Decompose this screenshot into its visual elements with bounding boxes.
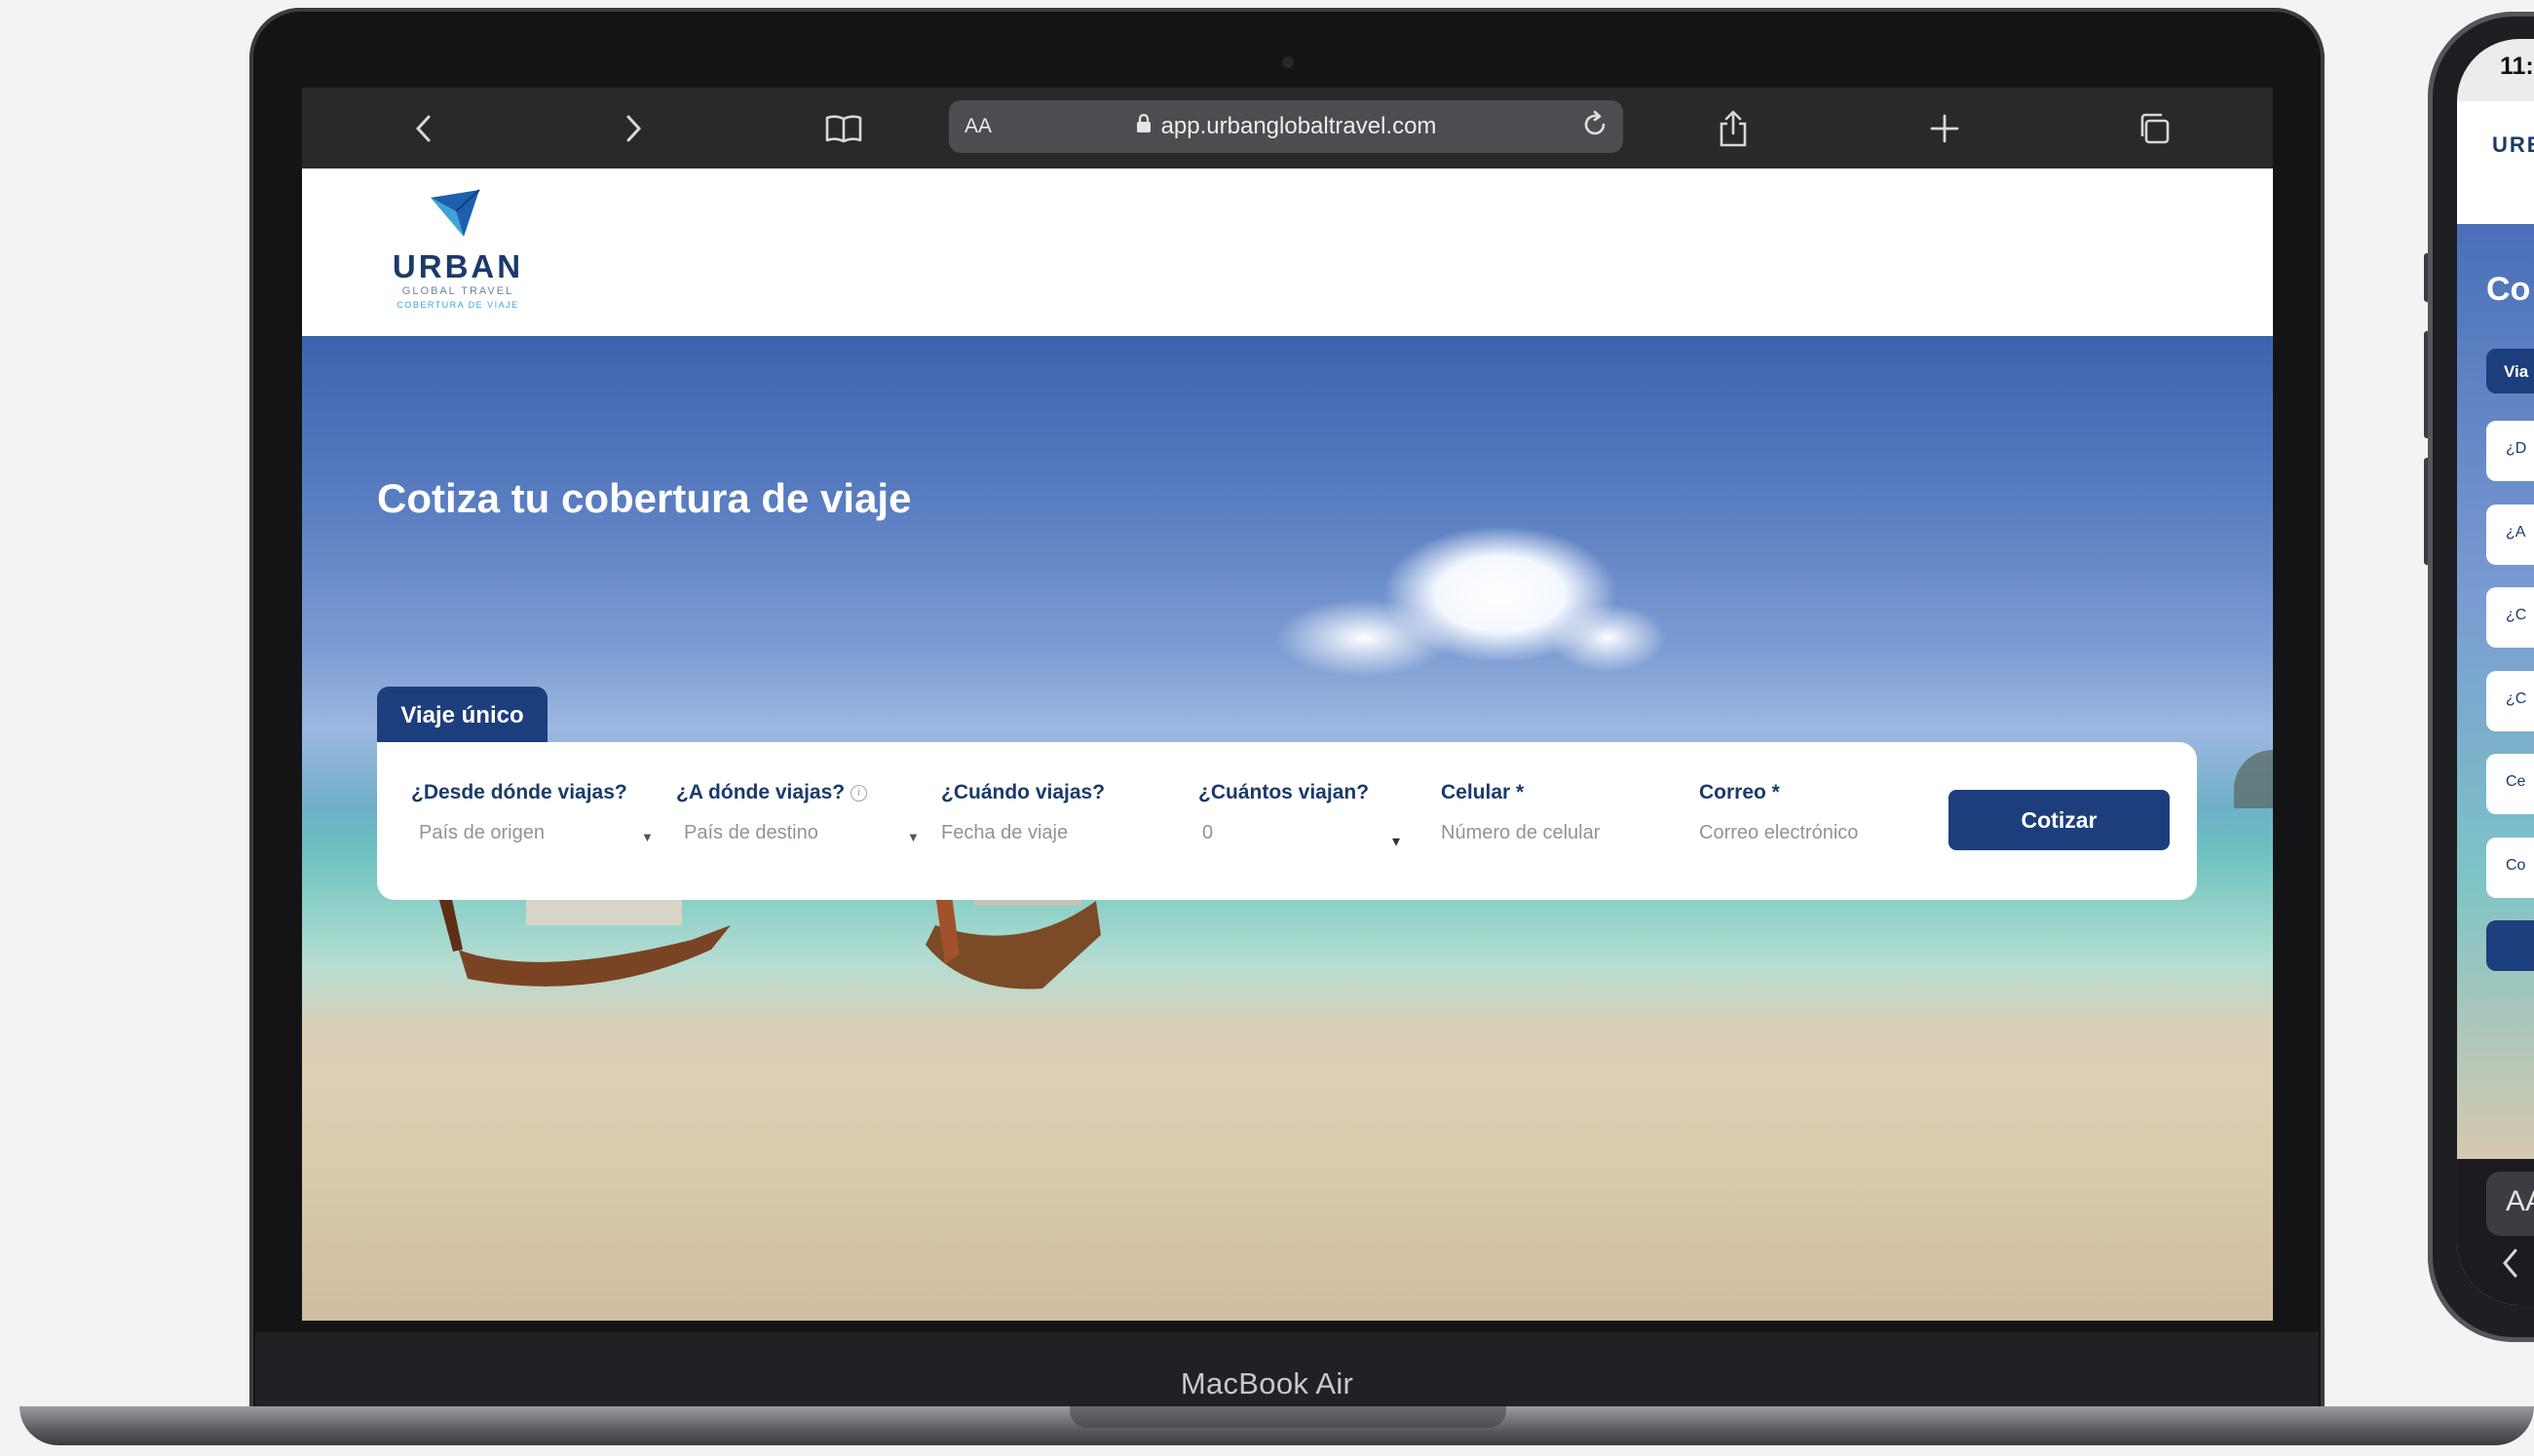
phone-tab[interactable]: Via <box>2486 349 2534 393</box>
chevron-down-icon[interactable]: ▾ <box>1392 832 1400 851</box>
logo-wordmark: URBAN <box>392 248 524 284</box>
date-input[interactable]: Fecha de viaje <box>941 822 1105 844</box>
phone-field[interactable]: ¿C <box>2486 671 2534 731</box>
origin-label: ¿Desde dónde viajas? <box>411 781 627 803</box>
email-label: Correo * <box>1699 781 1780 803</box>
chevron-down-icon[interactable]: ▼ <box>907 830 920 844</box>
phone-input[interactable]: Número de celular <box>1441 822 1600 844</box>
back-arrow-icon[interactable] <box>2500 1247 2519 1285</box>
phone-screen: 11: URB Co Via ¿D ¿A ¿C ¿C Ce Co AA <box>2457 39 2534 1305</box>
phone-clock: 11: <box>2500 53 2534 80</box>
date-field[interactable]: ¿Cuándo viajas? Fecha de viaje <box>941 781 1105 844</box>
travelers-field[interactable]: ¿Cuántos viajan? 0 <box>1198 781 1403 844</box>
destination-select[interactable]: País de destino <box>676 822 867 844</box>
new-tab-plus-icon[interactable] <box>1923 107 1966 150</box>
forward-arrow-icon[interactable] <box>612 107 655 150</box>
phone-field[interactable]: Co <box>2486 838 2534 898</box>
hero-banner: Cotiza tu cobertura de viaje Viaje único… <box>302 336 2273 1321</box>
island-decoration <box>2234 750 2273 808</box>
email-field[interactable]: Correo * Correo electrónico <box>1699 781 1858 844</box>
site-header: URBAN GLOBAL TRAVEL COBERTURA DE VIAJE <box>302 168 2273 336</box>
phone-field[interactable]: Celular * Número de celular <box>1441 781 1600 844</box>
date-label: ¿Cuándo viajas? <box>941 781 1106 803</box>
phone-header <box>2457 101 2534 224</box>
paper-plane-icon <box>431 189 480 237</box>
chevron-down-icon[interactable]: ▼ <box>641 830 654 844</box>
phone-field[interactable]: ¿A <box>2486 504 2534 565</box>
laptop-screen: AA app.urbanglobaltravel.com URBAN GLOBA… <box>302 88 2273 1321</box>
destination-label-text: ¿A dónde viajas? <box>676 781 846 803</box>
phone-field[interactable]: ¿C <box>2486 587 2534 648</box>
reload-icon[interactable] <box>1578 108 1611 146</box>
destination-label: ¿A dónde viajas? i <box>676 781 868 804</box>
travelers-select[interactable]: 0 <box>1198 822 1403 844</box>
origin-field[interactable]: ¿Desde dónde viajas? País de origen <box>411 781 627 844</box>
tab-viaje-unico[interactable]: Viaje único <box>377 687 548 745</box>
phone-hero-title: Co <box>2486 271 2531 308</box>
phone-logo: URB <box>2492 132 2534 157</box>
phone-submit-button[interactable] <box>2486 920 2534 971</box>
quote-form: ¿Desde dónde viajas? País de origen ▼ ¿A… <box>377 742 2197 900</box>
travelers-label: ¿Cuántos viajan? <box>1198 781 1370 803</box>
camera <box>1282 56 1294 68</box>
back-arrow-icon[interactable] <box>402 107 445 150</box>
destination-field[interactable]: ¿A dónde viajas? i País de destino <box>676 781 868 844</box>
logo-subtagline: COBERTURA DE VIAJE <box>397 300 519 310</box>
url-text: app.urbanglobaltravel.com <box>1160 113 1437 139</box>
phone-field[interactable]: ¿D <box>2486 421 2534 481</box>
address-bar[interactable]: AA app.urbanglobaltravel.com <box>949 100 1623 153</box>
email-input[interactable]: Correo electrónico <box>1699 822 1858 844</box>
origin-select[interactable]: País de origen <box>411 822 627 844</box>
bookmarks-icon[interactable] <box>822 107 865 150</box>
phone-label: Celular * <box>1441 781 1525 803</box>
cotizar-button[interactable]: Cotizar <box>1948 790 2170 850</box>
urban-logo[interactable]: URBAN GLOBAL TRAVEL COBERTURA DE VIAJE <box>390 188 526 310</box>
laptop-hinge-notch <box>1070 1406 1506 1428</box>
phone-address-bar[interactable]: AA <box>2486 1172 2534 1236</box>
share-icon[interactable] <box>1712 107 1755 150</box>
hero-title: Cotiza tu cobertura de viaje <box>377 475 912 521</box>
browser-toolbar: AA app.urbanglobaltravel.com <box>302 88 2273 168</box>
info-icon[interactable]: i <box>851 784 868 802</box>
tabs-overview-icon[interactable] <box>2133 107 2175 150</box>
logo-tagline: GLOBAL TRAVEL <box>401 285 514 297</box>
laptop-model-label: MacBook Air <box>1180 1366 1354 1400</box>
phone-field[interactable]: Ce <box>2486 754 2534 814</box>
lock-icon <box>1136 113 1152 140</box>
